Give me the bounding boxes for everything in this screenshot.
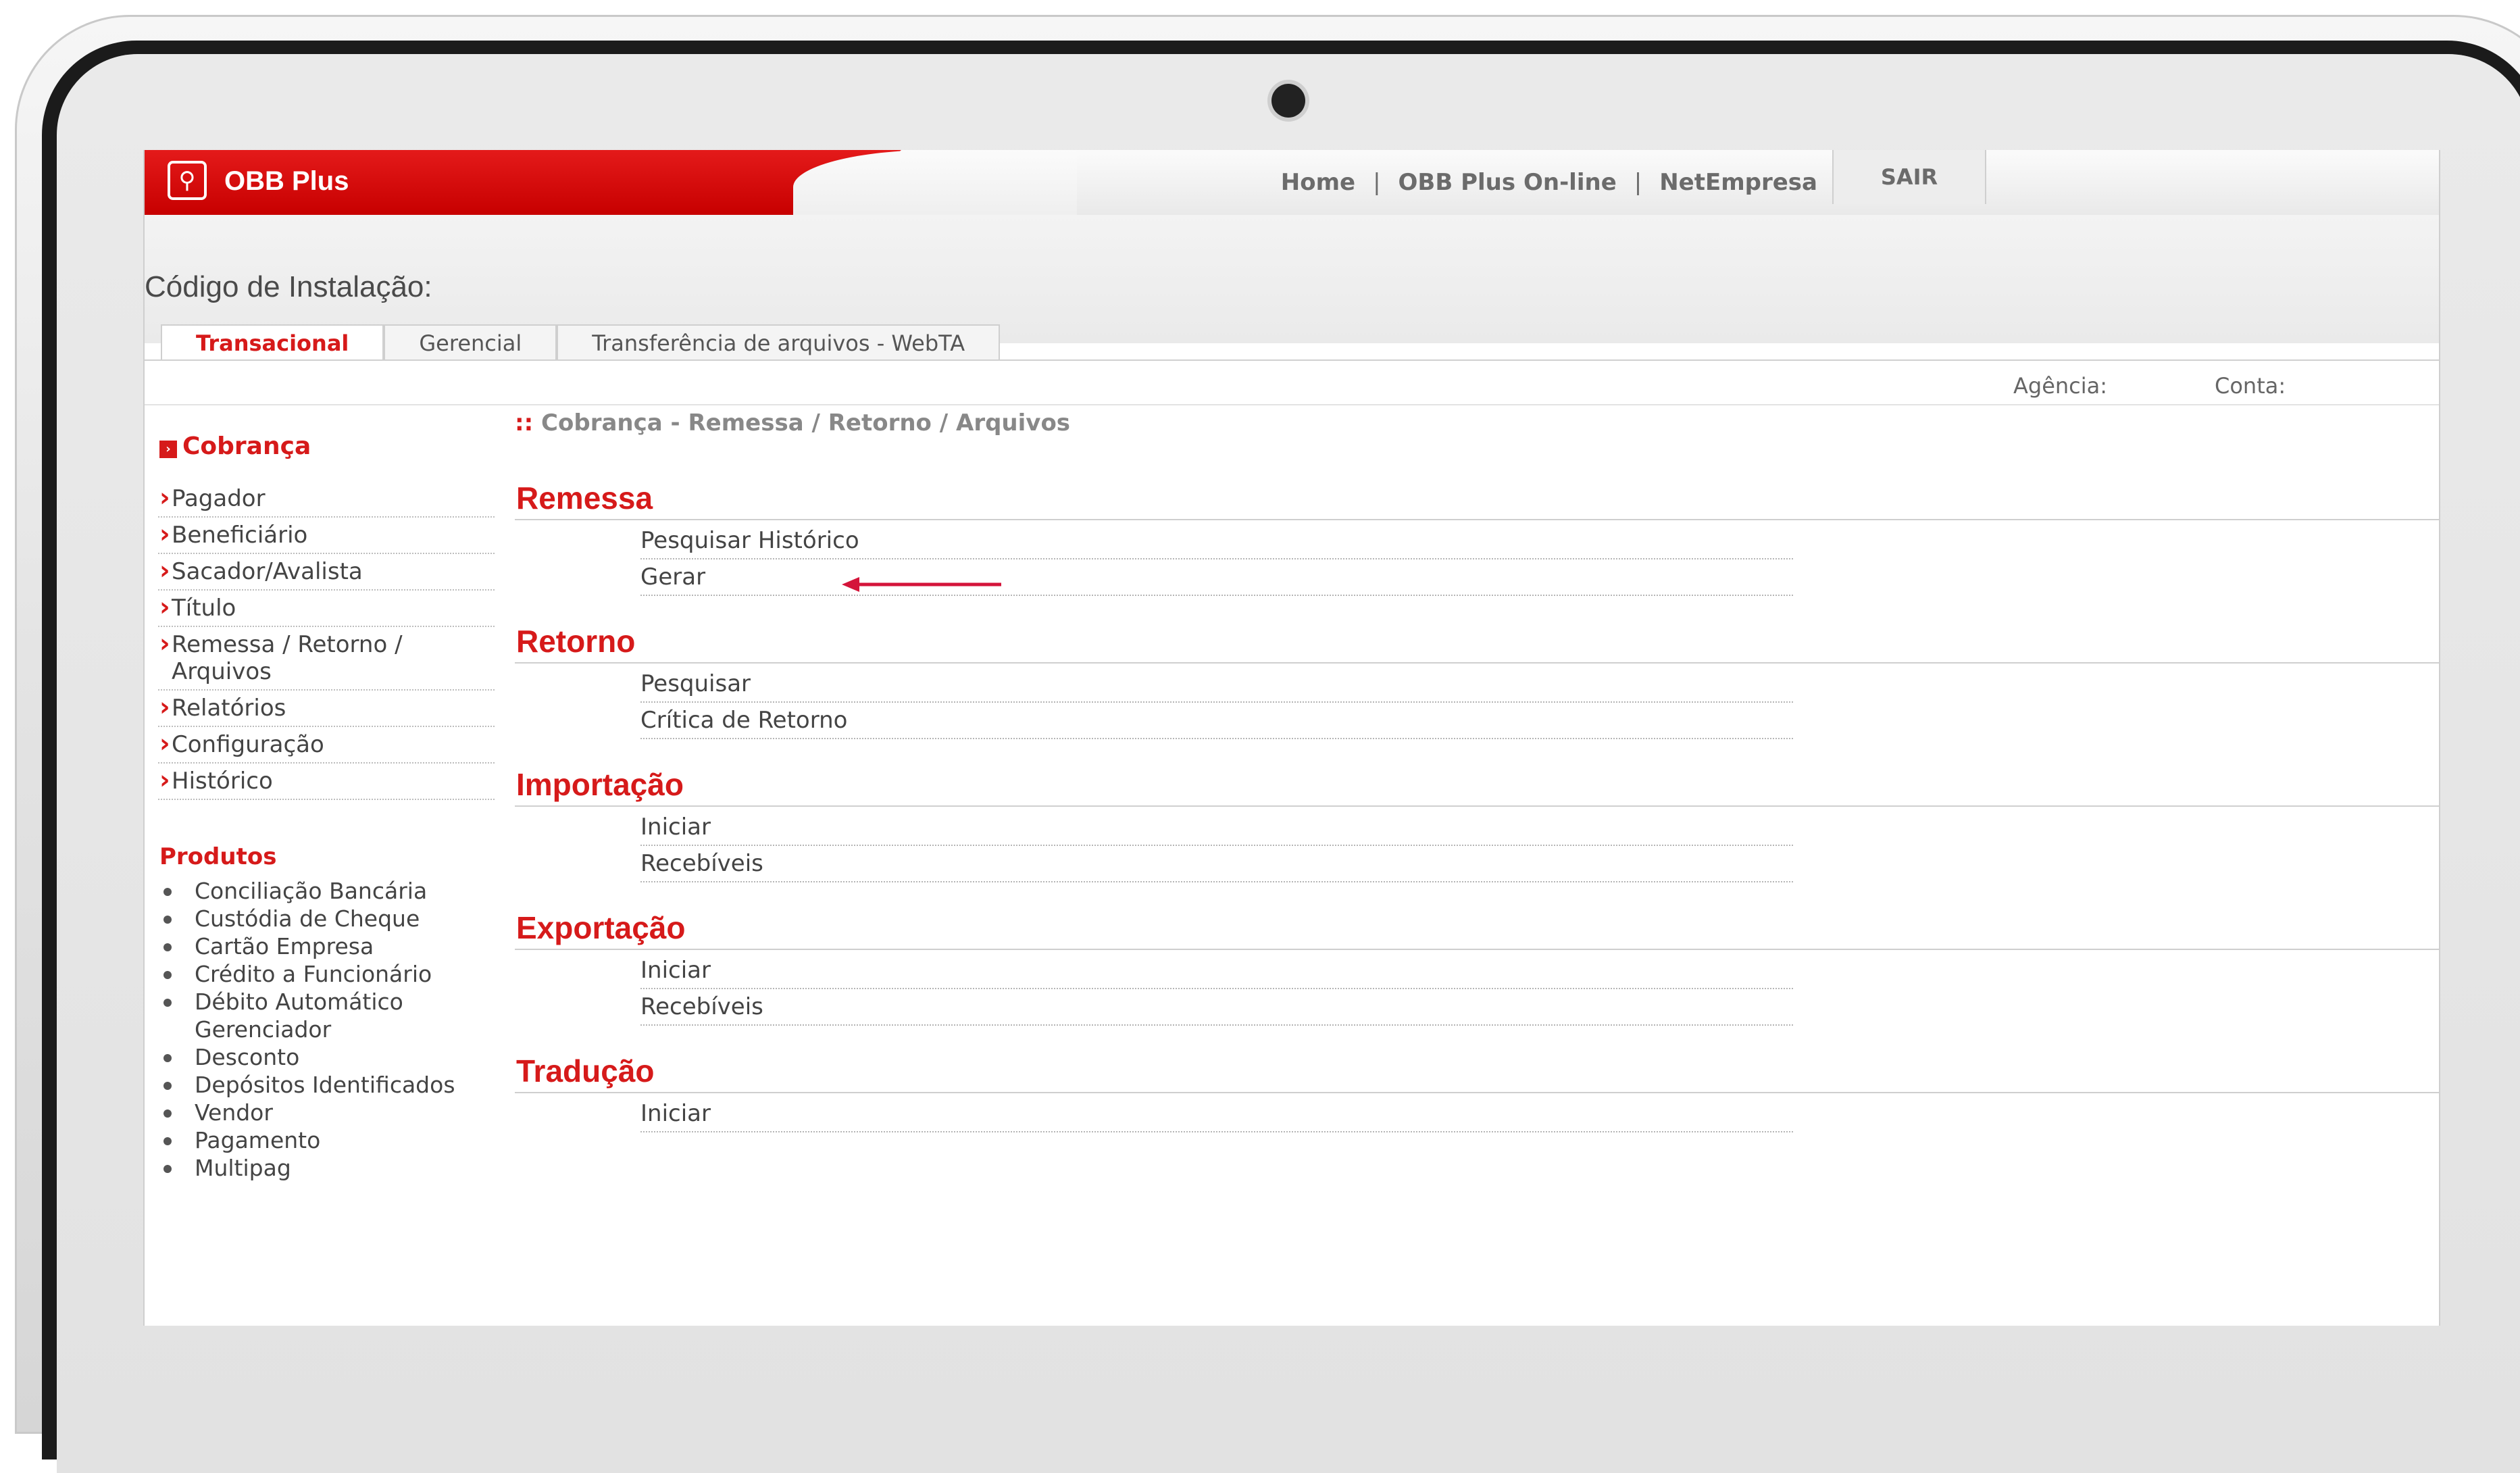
section-line xyxy=(515,805,2439,807)
link-pesquisar[interactable]: Pesquisar xyxy=(640,669,1793,703)
products-title: Produtos xyxy=(159,843,277,870)
browser-screen: ⚲ OBB Plus Home | OBB Plus On-line | NetEmpr… xyxy=(143,150,2440,1326)
nav-home-link[interactable]: Home xyxy=(1281,169,1355,196)
link-pesquisar-historico[interactable]: Pesquisar Histórico xyxy=(640,526,1793,559)
webcam xyxy=(1271,84,1305,118)
link-traducao-iniciar[interactable]: Iniciar xyxy=(640,1099,1793,1132)
section-title-exportacao: Exportação xyxy=(516,910,686,945)
brand-curve xyxy=(793,150,1077,224)
sidebar-item-titulo[interactable]: Título xyxy=(158,591,495,627)
top-bar: ⚲ OBB Plus Home | OBB Plus On-line | NetEmpr… xyxy=(145,150,2439,224)
link-importacao-iniciar[interactable]: Iniciar xyxy=(640,812,1793,846)
breadcrumb-text: Cobrança - Remessa / Retorno / Arquivos xyxy=(541,409,1071,436)
sidebar-section-title: › Cobrança xyxy=(159,432,311,460)
section-title-remessa: Remessa xyxy=(516,480,653,516)
section-title-importacao: Importação xyxy=(516,767,684,802)
sidebar-title-text: Cobrança xyxy=(182,432,311,460)
product-custodia[interactable]: Custódia de Cheque xyxy=(159,905,511,932)
product-pagamento[interactable]: Pagamento xyxy=(159,1126,511,1154)
agencia-label: Agência: xyxy=(2013,373,2108,399)
sidebar-item-remessa-retorno[interactable]: Remessa / Retorno / Arquivos xyxy=(158,627,495,691)
bank-logo-icon[interactable]: ⚲ xyxy=(168,161,207,200)
content-divider xyxy=(145,404,2439,405)
section-line xyxy=(515,519,2439,520)
link-exportacao-recebiveis[interactable]: Recebíveis xyxy=(640,992,1793,1026)
nav-obb-online-link[interactable]: OBB Plus On-line xyxy=(1398,169,1617,196)
install-code-label: Código de Instalação: xyxy=(145,270,432,303)
tab-transacional[interactable]: Transacional xyxy=(161,324,384,361)
link-critica-retorno[interactable]: Crítica de Retorno xyxy=(640,705,1793,739)
sidebar-item-historico[interactable]: Histórico xyxy=(158,764,495,800)
product-cartao[interactable]: Cartão Empresa xyxy=(159,932,511,960)
conta-label: Conta: xyxy=(2215,373,2286,399)
section-line xyxy=(515,1092,2439,1093)
tab-gerencial[interactable]: Gerencial xyxy=(384,324,557,361)
section-title-retorno: Retorno xyxy=(516,624,636,659)
link-exportacao-iniciar[interactable]: Iniciar xyxy=(640,955,1793,989)
nav-separator: | xyxy=(1634,169,1642,196)
tab-webta[interactable]: Transferência de arquivos - WebTA xyxy=(557,324,1001,361)
product-debito[interactable]: Débito Automático Gerenciador xyxy=(159,988,511,1043)
section-line xyxy=(515,662,2439,664)
product-conciliacao[interactable]: Conciliação Bancária xyxy=(159,877,511,905)
brand-name: OBB Plus xyxy=(224,166,349,196)
tab-underline xyxy=(145,359,2439,361)
products-list: Conciliação Bancária Custódia de Cheque … xyxy=(159,877,511,1182)
sidebar-item-pagador[interactable]: Pagador xyxy=(158,481,495,518)
product-vendor[interactable]: Vendor xyxy=(159,1099,511,1126)
link-gerar[interactable]: Gerar xyxy=(640,562,1793,596)
sidebar-item-relatorios[interactable]: Relatórios xyxy=(158,691,495,727)
arrow-left-icon xyxy=(842,577,1001,592)
logout-button[interactable]: SAIR xyxy=(1832,150,1986,204)
breadcrumb-marker: :: xyxy=(515,409,534,436)
section-marker-icon: › xyxy=(159,441,177,458)
nav-separator: | xyxy=(1373,169,1381,196)
sidebar-item-beneficiario[interactable]: Beneficiário xyxy=(158,518,495,554)
product-multipag[interactable]: Multipag xyxy=(159,1154,511,1182)
sidebar-item-sacador[interactable]: Sacador/Avalista xyxy=(158,554,495,591)
product-depositos[interactable]: Depósitos Identificados xyxy=(159,1071,511,1099)
main-tabs: Transacional Gerencial Transferência de … xyxy=(161,324,1001,361)
sidebar-menu: Pagador Beneficiário Sacador/Avalista Tí… xyxy=(158,481,495,800)
product-desconto[interactable]: Desconto xyxy=(159,1043,511,1071)
sidebar-item-configuracao[interactable]: Configuração xyxy=(158,727,495,764)
nav-netempresa-link[interactable]: NetEmpresa xyxy=(1659,169,1817,196)
top-nav: Home | OBB Plus On-line | NetEmpresa xyxy=(1281,169,1817,196)
section-title-traducao: Tradução xyxy=(516,1053,655,1089)
section-line xyxy=(515,949,2439,950)
link-importacao-recebiveis[interactable]: Recebíveis xyxy=(640,849,1793,882)
breadcrumb: :: Cobrança - Remessa / Retorno / Arquiv… xyxy=(515,409,1070,436)
product-credito[interactable]: Crédito a Funcionário xyxy=(159,960,511,988)
